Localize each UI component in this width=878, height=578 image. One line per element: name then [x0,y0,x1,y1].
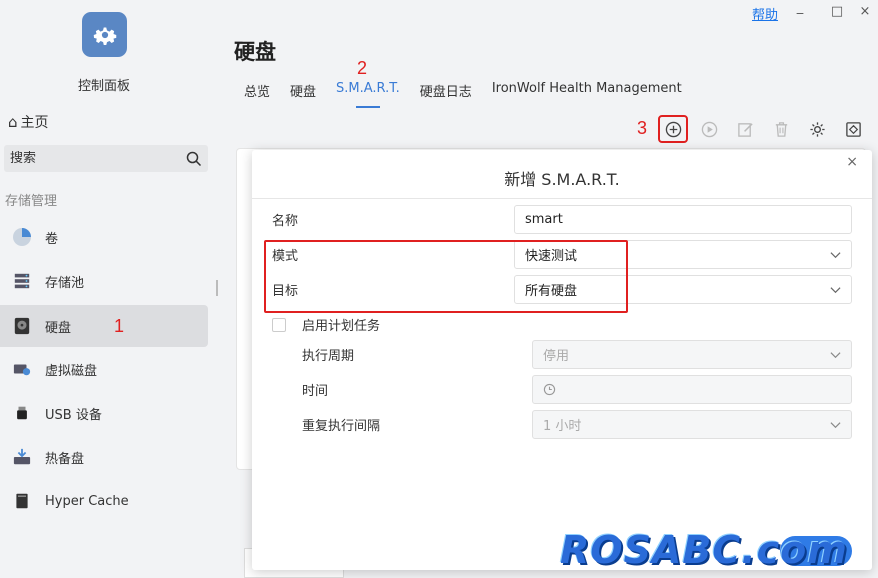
sidebar: 控制面板 ⌂ 主页 存储管理 卷 存储池 硬盘 虚拟磁盘 USB [0,0,215,578]
time-input[interactable] [532,375,852,404]
chevron-down-icon [830,287,841,294]
chevron-down-icon [830,252,841,259]
search-box[interactable] [4,145,208,172]
page-title: 硬盘 [234,40,276,64]
delete-button[interactable] [768,117,794,141]
sidebar-item-hot-spare[interactable]: 热备盘 [0,437,208,477]
home-icon: ⌂ [8,113,18,131]
period-label: 执行周期 [302,349,355,364]
chevron-down-icon [830,352,841,359]
toolbar [658,115,876,143]
sidebar-item-hard-disk[interactable]: 硬盘 [0,305,208,347]
time-row: 时间 [272,375,852,404]
interval-label: 重复执行间隔 [302,419,381,434]
run-button[interactable] [696,117,722,141]
settings-button[interactable] [804,117,830,141]
sidebar-item-label: USB 设备 [45,407,102,423]
time-label: 时间 [302,384,329,399]
interval-select[interactable]: 1 小时 [532,410,852,439]
sidebar-item-label: 存储池 [45,275,85,291]
interval-row: 重复执行间隔 1 小时 [272,410,852,439]
tab-overview[interactable]: 总览 [244,81,270,108]
dialog-divider [252,198,872,199]
gear-icon [82,12,127,57]
sidebar-item-usb[interactable]: USB 设备 [0,393,208,433]
add-smart-dialog: 新增 S.M.A.R.T. × 名称 smart 模式 快速测试 目标 所有硬盘… [252,150,872,570]
annotation-2: 2 [357,58,368,78]
chevron-down-icon [830,422,841,429]
tab-smart[interactable]: S.M.A.R.T. [336,81,400,108]
section-label-storage: 存储管理 [5,194,58,209]
help-link[interactable]: 帮助 [752,4,778,23]
name-input[interactable]: smart [514,205,852,234]
edit-icon [737,122,753,137]
period-row: 执行周期 停用 [272,340,852,369]
name-row: 名称 smart [272,205,852,234]
add-icon [665,121,681,137]
sidebar-item-volume[interactable]: 卷 [0,217,208,257]
pie-volume-icon [12,227,32,247]
sidebar-item-label: 虚拟磁盘 [45,363,98,379]
annotation-3: 3 [637,118,648,138]
annotation-highlight-box [264,240,628,313]
export-button[interactable] [840,117,866,141]
tab-disk-log[interactable]: 硬盘日志 [420,81,472,108]
period-select[interactable]: 停用 [532,340,852,369]
dialog-title: 新增 S.M.A.R.T. [504,170,620,189]
maximize-button[interactable]: □ [828,4,846,19]
sidebar-item-label: 卷 [45,231,59,247]
hot-spare-icon [12,447,32,467]
home-link[interactable]: ⌂ 主页 [8,112,49,132]
sidebar-item-storage-pool[interactable]: 存储池 [0,261,208,301]
schedule-label: 启用计划任务 [302,319,381,334]
usb-icon [12,403,32,423]
app-name: 控制面板 [77,79,130,94]
clock-icon [543,383,556,396]
annotation-1: 1 [114,316,125,336]
tab-ironwolf[interactable]: IronWolf Health Management [492,81,682,108]
schedule-checkbox[interactable] [272,317,286,332]
close-button[interactable]: × [856,4,874,19]
watermark: ROSABC.com [560,528,848,572]
play-icon [701,121,717,137]
hyper-cache-icon [12,491,32,511]
tab-bar: 总览 硬盘 S.M.A.R.T. 硬盘日志 IronWolf Health Ma… [244,81,702,108]
home-label: 主页 [20,115,49,131]
sidebar-item-label: 硬盘 [45,320,72,336]
trash-icon [775,121,787,137]
edit-button[interactable] [732,117,758,141]
gear-icon [809,121,825,137]
storage-pool-icon [12,271,32,291]
sidebar-item-virtual-disk[interactable]: 虚拟磁盘 [0,349,208,389]
interval-value: 1 小时 [543,419,582,434]
virtual-disk-icon [12,359,32,379]
sidebar-item-label: Hyper Cache [45,493,129,509]
period-value: 停用 [543,349,570,364]
name-label: 名称 [272,214,299,229]
schedule-row: 启用计划任务 [272,310,852,339]
sidebar-resize-handle[interactable] [216,280,218,296]
export-icon [845,121,861,137]
minimize-button[interactable]: _ [791,0,809,15]
search-icon[interactable] [186,151,202,167]
close-icon[interactable]: × [846,154,858,170]
sidebar-item-hyper-cache[interactable]: Hyper Cache [0,481,208,521]
hard-disk-icon [12,316,32,336]
search-input[interactable] [10,151,186,166]
sidebar-item-label: 热备盘 [45,451,85,467]
add-button[interactable] [658,115,688,143]
tab-hard-disk[interactable]: 硬盘 [290,81,316,108]
